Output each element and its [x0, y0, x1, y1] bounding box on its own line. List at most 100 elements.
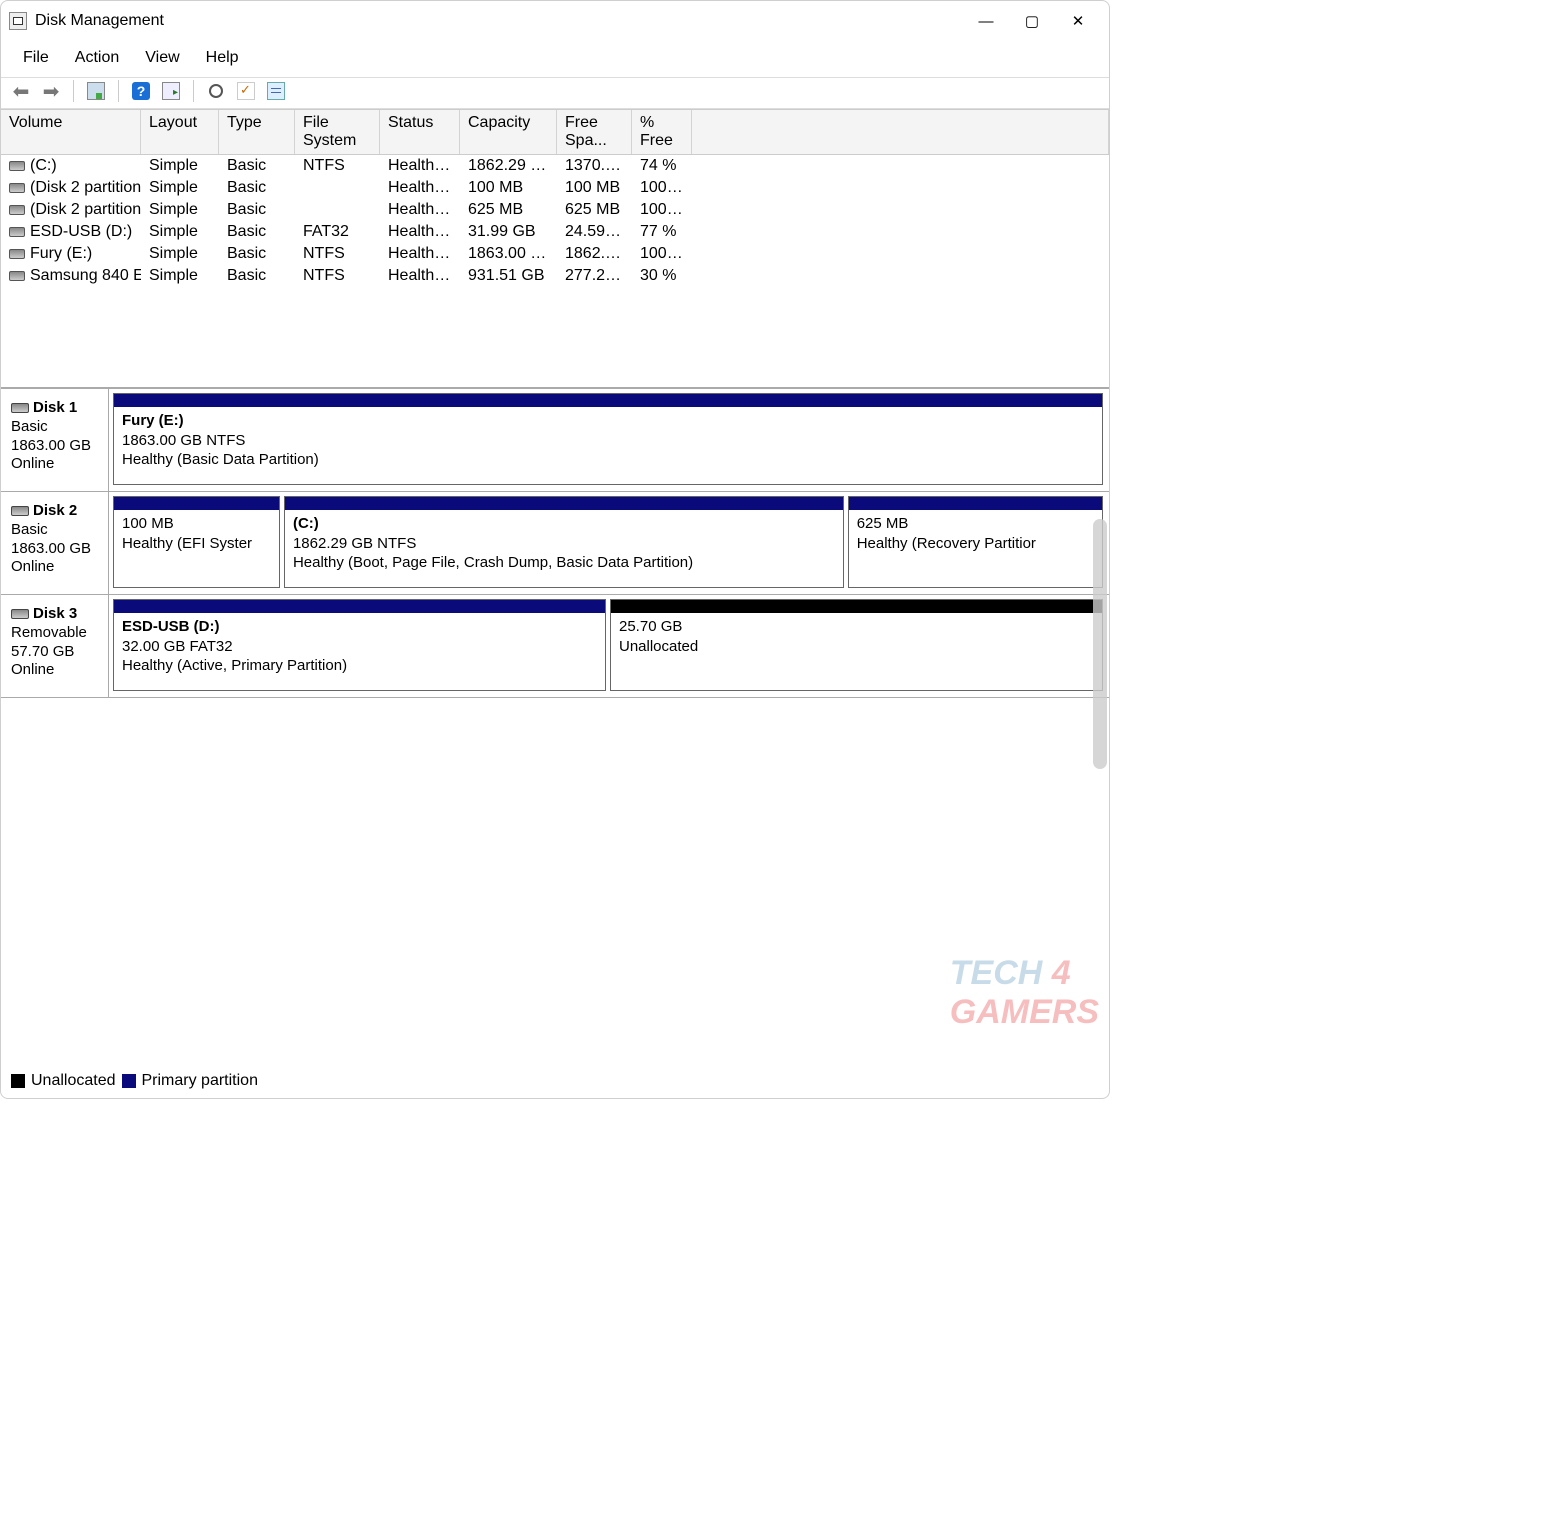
disk-type: Basic — [11, 418, 102, 437]
legend-label-unallocated: Unallocated — [31, 1072, 116, 1090]
disk-icon — [11, 403, 29, 413]
table-row[interactable]: (Disk 2 partition 1) Simple Basic Health… — [1, 177, 1109, 199]
partition[interactable]: Fury (E:) 1863.00 GB NTFS Healthy (Basic… — [113, 393, 1103, 485]
partition-status: Healthy (Active, Primary Partition) — [122, 656, 597, 676]
disk-title: Disk 2 — [33, 502, 77, 521]
partition-size: 1863.00 GB NTFS — [122, 431, 1094, 451]
disk-type: Removable — [11, 624, 102, 643]
col-pctfree[interactable]: % Free — [632, 110, 692, 154]
legend-swatch-unallocated — [11, 1074, 25, 1088]
disk-info[interactable]: Disk 2 Basic 1863.00 GB Online — [1, 492, 109, 594]
col-layout[interactable]: Layout — [141, 110, 219, 154]
table-row[interactable]: (Disk 2 partition 4) Simple Basic Health… — [1, 199, 1109, 221]
drive-icon — [9, 205, 25, 215]
col-capacity[interactable]: Capacity — [460, 110, 557, 154]
col-filesystem[interactable]: File System — [295, 110, 380, 154]
disk-title: Disk 3 — [33, 605, 77, 624]
find-button[interactable] — [204, 80, 228, 102]
list-icon — [267, 82, 285, 100]
properties-button[interactable] — [84, 80, 108, 102]
menu-action[interactable]: Action — [63, 47, 131, 69]
disk-title: Disk 1 — [33, 399, 77, 418]
window: Disk Management — ▢ ✕ File Action View H… — [0, 0, 1110, 1099]
drive-icon — [9, 161, 25, 171]
disk-size: 57.70 GB — [11, 643, 102, 662]
partition[interactable]: (C:) 1862.29 GB NTFS Healthy (Boot, Page… — [284, 496, 844, 588]
volume-header: Volume Layout Type File System Status Ca… — [1, 109, 1109, 155]
forward-button[interactable]: ➡ — [39, 80, 63, 102]
menubar: File Action View Help — [1, 41, 1109, 77]
drive-icon — [9, 249, 25, 259]
titlebar: Disk Management — ▢ ✕ — [1, 1, 1109, 41]
disk-size: 1863.00 GB — [11, 540, 102, 559]
partition-status: Unallocated — [619, 637, 1094, 657]
check-button[interactable] — [234, 80, 258, 102]
table-row[interactable]: ESD-USB (D:) Simple Basic FAT32 Healthy … — [1, 221, 1109, 243]
disk-info[interactable]: Disk 3 Removable 57.70 GB Online — [1, 595, 109, 697]
partition-status: Healthy (Recovery Partitior — [857, 534, 1094, 554]
partition-size: 32.00 GB FAT32 — [122, 637, 597, 657]
drive-icon — [9, 227, 25, 237]
list-button[interactable] — [264, 80, 288, 102]
partition-status: Healthy (Basic Data Partition) — [122, 450, 1094, 470]
app-icon — [9, 12, 27, 30]
table-row[interactable]: Fury (E:) Simple Basic NTFS Healthy (B..… — [1, 243, 1109, 265]
partition-title: Fury (E:) — [122, 411, 1094, 431]
close-button[interactable]: ✕ — [1055, 4, 1101, 38]
partition-status: Healthy (EFI Syster — [122, 534, 271, 554]
disk-partitions: ESD-USB (D:) 32.00 GB FAT32 Healthy (Act… — [109, 595, 1109, 697]
watermark: TECH 4 GAMERS — [950, 954, 1099, 1032]
back-button[interactable]: ⬅ — [9, 80, 33, 102]
col-status[interactable]: Status — [380, 110, 460, 154]
partition-title: ESD-USB (D:) — [122, 617, 597, 637]
partition[interactable]: 100 MB Healthy (EFI Syster — [113, 496, 280, 588]
window-title: Disk Management — [35, 12, 963, 30]
menu-file[interactable]: File — [11, 47, 61, 69]
refresh-button[interactable] — [159, 80, 183, 102]
partition-size: 1862.29 GB NTFS — [293, 534, 835, 554]
partition-size: 100 MB — [122, 514, 271, 534]
properties-icon — [87, 82, 105, 100]
help-button[interactable]: ? — [129, 80, 153, 102]
legend-swatch-primary — [122, 1074, 136, 1088]
menu-view[interactable]: View — [133, 47, 191, 69]
check-icon — [237, 82, 255, 100]
partition-status: Healthy (Boot, Page File, Crash Dump, Ba… — [293, 553, 835, 573]
partition[interactable]: 25.70 GB Unallocated — [610, 599, 1103, 691]
disk-info[interactable]: Disk 1 Basic 1863.00 GB Online — [1, 389, 109, 491]
scrollbar[interactable] — [1093, 519, 1107, 769]
disk-icon — [11, 609, 29, 619]
disk-size: 1863.00 GB — [11, 437, 102, 456]
drive-icon — [9, 183, 25, 193]
col-type[interactable]: Type — [219, 110, 295, 154]
toolbar: ⬅ ➡ ? — [1, 77, 1109, 109]
disk-row: Disk 2 Basic 1863.00 GB Online 100 MB He… — [1, 492, 1109, 595]
menu-help[interactable]: Help — [194, 47, 251, 69]
maximize-button[interactable]: ▢ — [1009, 4, 1055, 38]
disk-type: Basic — [11, 521, 102, 540]
volume-list: Volume Layout Type File System Status Ca… — [1, 109, 1109, 389]
col-freespace[interactable]: Free Spa... — [557, 110, 632, 154]
disk-row: Disk 1 Basic 1863.00 GB Online Fury (E:)… — [1, 389, 1109, 492]
refresh-icon — [162, 82, 180, 100]
table-row[interactable]: Samsung 840 EVO ... Simple Basic NTFS He… — [1, 265, 1109, 287]
partition[interactable]: 625 MB Healthy (Recovery Partitior — [848, 496, 1103, 588]
disk-row: Disk 3 Removable 57.70 GB Online ESD-USB… — [1, 595, 1109, 698]
content: Volume Layout Type File System Status Ca… — [1, 109, 1109, 1098]
find-icon — [207, 82, 225, 100]
partition[interactable]: ESD-USB (D:) 32.00 GB FAT32 Healthy (Act… — [113, 599, 606, 691]
legend: Unallocated Primary partition — [1, 1062, 1109, 1098]
disk-status: Online — [11, 558, 102, 577]
partition-title: (C:) — [293, 514, 835, 534]
disk-status: Online — [11, 455, 102, 474]
col-volume[interactable]: Volume — [1, 110, 141, 154]
disk-partitions: 100 MB Healthy (EFI Syster (C:) 1862.29 … — [109, 492, 1109, 594]
help-icon: ? — [132, 82, 150, 100]
minimize-button[interactable]: — — [963, 4, 1009, 38]
partition-size: 625 MB — [857, 514, 1094, 534]
drive-icon — [9, 271, 25, 281]
disk-icon — [11, 506, 29, 516]
graphical-view: Disk 1 Basic 1863.00 GB Online Fury (E:)… — [1, 389, 1109, 1062]
volume-rows: (C:) Simple Basic NTFS Healthy (B... 186… — [1, 155, 1109, 387]
table-row[interactable]: (C:) Simple Basic NTFS Healthy (B... 186… — [1, 155, 1109, 177]
